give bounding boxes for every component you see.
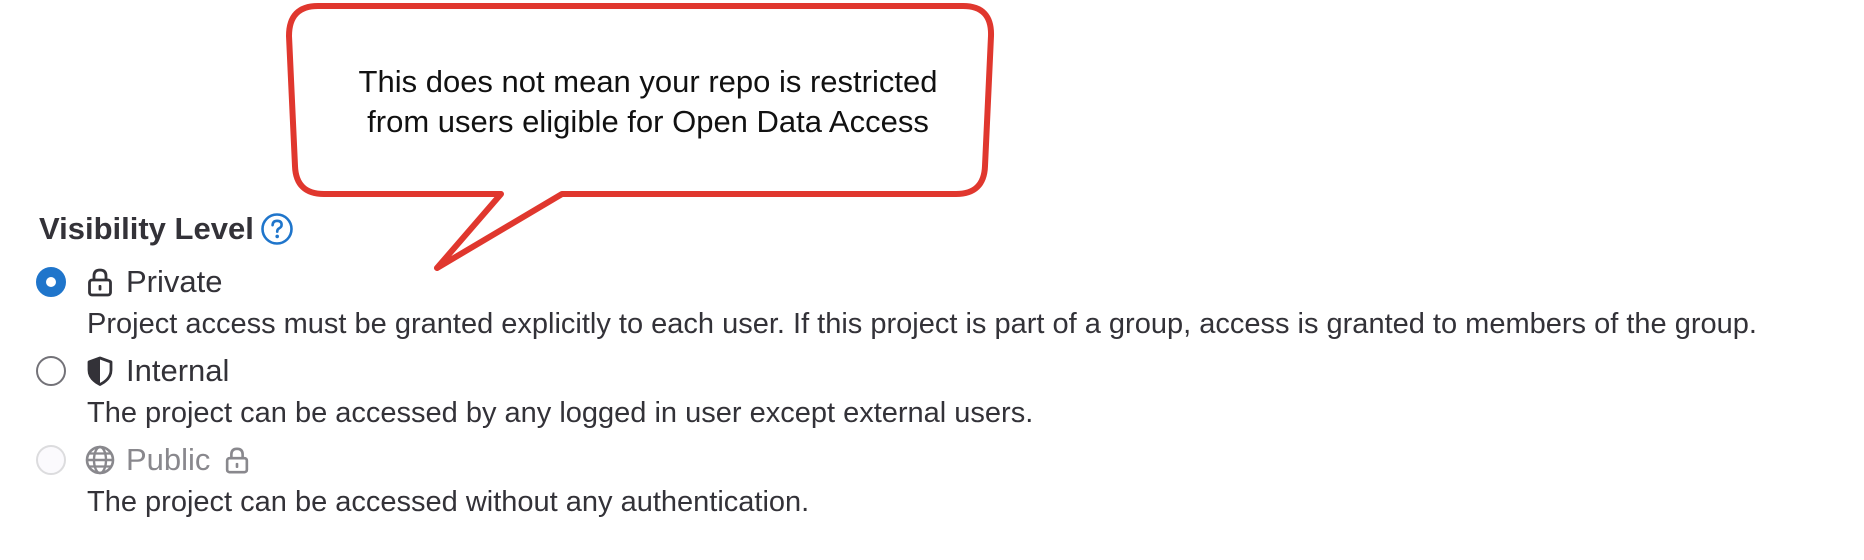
radio-internal[interactable]	[36, 356, 66, 386]
lock-icon	[222, 445, 252, 475]
lock-icon	[84, 266, 116, 298]
callout-message: This does not mean your repo is restrict…	[298, 62, 998, 142]
callout-line-1: This does not mean your repo is restrict…	[358, 64, 938, 99]
option-description-private: Project access must be granted explicitl…	[87, 308, 1757, 340]
visibility-option-private[interactable]: Private Project access must be granted e…	[36, 260, 1757, 341]
option-label-private[interactable]: Private	[126, 264, 222, 300]
visibility-option-public[interactable]: Public The project can be accessed witho…	[36, 438, 809, 519]
option-description-internal: The project can be accessed by any logge…	[87, 397, 1034, 429]
visibility-option-internal[interactable]: Internal The project can be accessed by …	[36, 349, 1033, 430]
option-description-public: The project can be accessed without any …	[87, 486, 810, 518]
visibility-level-heading: Visibility Level	[39, 204, 294, 254]
option-label-public[interactable]: Public	[126, 442, 210, 478]
radio-private[interactable]	[36, 267, 66, 297]
radio-public[interactable]	[36, 445, 66, 475]
option-label-internal[interactable]: Internal	[126, 353, 229, 389]
callout-line-2: from users eligible for Open Data Access	[367, 104, 929, 139]
question-circle-icon[interactable]	[260, 212, 294, 246]
globe-icon	[84, 444, 116, 476]
visibility-level-label: Visibility Level	[39, 211, 254, 246]
shield-icon	[84, 355, 116, 387]
